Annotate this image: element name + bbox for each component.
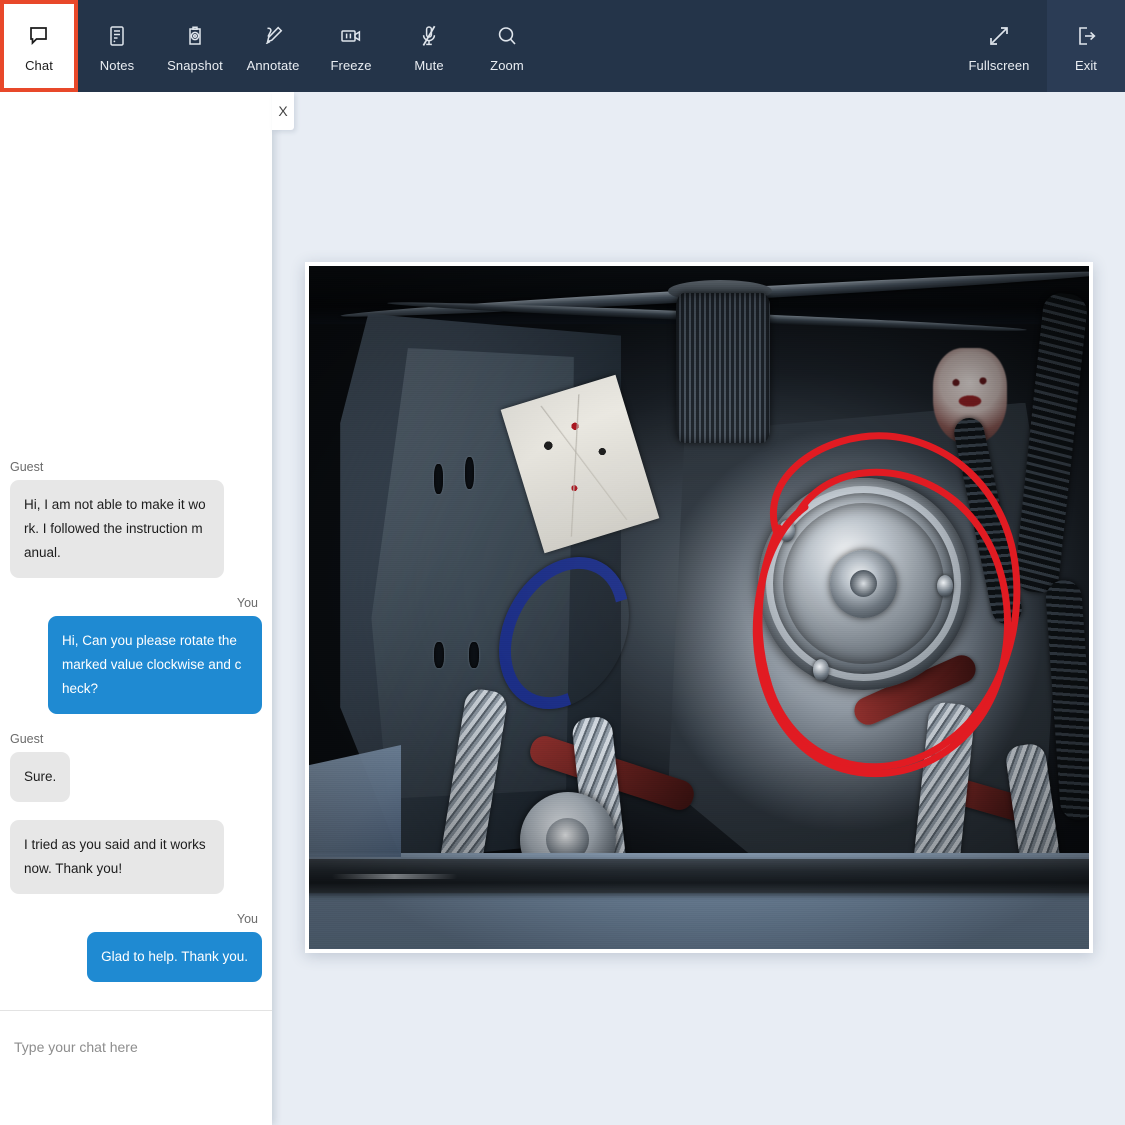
toolbar-label-notes: Notes <box>100 58 134 73</box>
engine-vent-slot <box>434 464 443 494</box>
top-toolbar: Chat Notes <box>0 0 1125 92</box>
microphone-off-icon <box>417 19 441 53</box>
video-stream[interactable] <box>309 266 1089 949</box>
toolbar-button-notes[interactable]: Notes <box>78 0 156 92</box>
engine-pulley-hub <box>830 550 898 618</box>
remote-assist-app: Chat Notes <box>0 0 1125 1125</box>
engine-vent-slot <box>469 642 479 668</box>
chat-panel: X Guest Hi, I am not able to make it wor… <box>0 92 272 1125</box>
toolbar-label-fullscreen: Fullscreen <box>969 58 1030 73</box>
chat-input-area <box>0 1010 272 1125</box>
chat-bubble-guest: I tried as you said and it works now. Th… <box>10 820 224 894</box>
chat-bubble-wrap: Hi, I am not able to make it work. I fol… <box>10 480 262 578</box>
toolbar-label-exit: Exit <box>1075 58 1097 73</box>
chat-bubble-wrap: Sure. <box>10 752 262 802</box>
toolbar-button-fullscreen[interactable]: Fullscreen <box>951 0 1047 92</box>
engine-pulley <box>758 478 970 690</box>
engine-pulley-bolt <box>813 659 829 681</box>
engine-sill-highlight <box>332 874 457 879</box>
video-pause-icon <box>338 19 364 53</box>
notes-icon <box>105 19 129 53</box>
toolbar-button-mute[interactable]: Mute <box>390 0 468 92</box>
chat-message: You Glad to help. Thank you. <box>10 912 262 982</box>
chat-message-sender: Guest <box>10 732 262 746</box>
toolbar-button-chat[interactable]: Chat <box>0 0 78 92</box>
engine-pulley-bolt <box>937 575 953 597</box>
chat-bubble-icon <box>27 19 51 53</box>
video-stage <box>272 92 1125 1125</box>
chat-message: I tried as you said and it works now. Th… <box>10 820 262 894</box>
pencil-icon <box>261 19 285 53</box>
engine-pulley-bolt <box>779 520 795 542</box>
toolbar-button-annotate[interactable]: Annotate <box>234 0 312 92</box>
chat-close-button[interactable]: X <box>272 92 294 130</box>
engine-vent-slot <box>465 457 474 489</box>
toolbar-label-snapshot: Snapshot <box>167 58 223 73</box>
chat-bubble-wrap: I tried as you said and it works now. Th… <box>10 820 262 894</box>
chat-message-sender: You <box>10 596 262 610</box>
chat-bubble-you: Hi, Can you please rotate the marked val… <box>48 616 262 714</box>
toolbar-spacer <box>546 0 951 92</box>
chat-bubble-wrap: Glad to help. Thank you. <box>10 932 262 982</box>
chat-bubble-wrap: Hi, Can you please rotate the marked val… <box>10 616 262 714</box>
toolbar-button-freeze[interactable]: Freeze <box>312 0 390 92</box>
video-frame <box>305 262 1093 953</box>
toolbar-button-exit[interactable]: Exit <box>1047 0 1125 92</box>
toolbar-label-zoom: Zoom <box>490 58 524 73</box>
chat-input[interactable] <box>14 1039 258 1055</box>
toolbar-button-snapshot[interactable]: Snapshot <box>156 0 234 92</box>
toolbar-label-freeze: Freeze <box>330 58 371 73</box>
camera-icon <box>183 19 207 53</box>
engine-vent-slot <box>434 642 444 668</box>
chat-message: You Hi, Can you please rotate the marked… <box>10 596 262 714</box>
chat-bubble-guest: Hi, I am not able to make it work. I fol… <box>10 480 224 578</box>
engine-air-filter <box>676 293 770 443</box>
magnifier-icon <box>495 19 519 53</box>
chat-bubble-you: Glad to help. Thank you. <box>87 932 262 982</box>
toolbar-label-chat: Chat <box>25 58 53 73</box>
chat-message-list[interactable]: Guest Hi, I am not able to make it work.… <box>0 92 272 1010</box>
toolbar-label-annotate: Annotate <box>247 58 300 73</box>
chat-bubble-guest: Sure. <box>10 752 70 802</box>
chat-message: Guest Sure. <box>10 732 262 802</box>
chat-message: Guest Hi, I am not able to make it work.… <box>10 460 262 578</box>
toolbar-left-group: Chat Notes <box>0 0 546 92</box>
chat-message-sender: You <box>10 912 262 926</box>
chat-message-sender: Guest <box>10 460 262 474</box>
expand-arrow-icon <box>987 19 1011 53</box>
exit-door-icon <box>1074 19 1098 53</box>
toolbar-label-mute: Mute <box>414 58 443 73</box>
toolbar-button-zoom[interactable]: Zoom <box>468 0 546 92</box>
